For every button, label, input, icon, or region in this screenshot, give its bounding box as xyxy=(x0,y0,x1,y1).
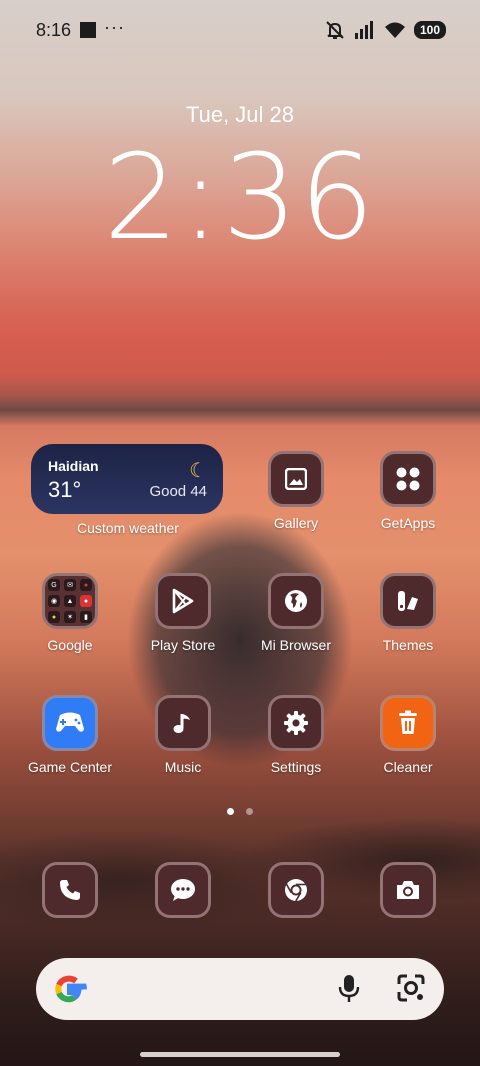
weather-city: Haidian xyxy=(48,458,99,474)
phone-icon xyxy=(42,862,98,918)
google-logo-icon[interactable] xyxy=(50,969,90,1009)
page-indicator xyxy=(0,808,480,815)
more-notifications-icon: ··· xyxy=(104,17,125,37)
status-time: 8:16 xyxy=(36,20,72,40)
app-label: Music xyxy=(164,759,202,775)
app-play-store[interactable]: Play Store xyxy=(128,573,238,653)
app-label: Cleaner xyxy=(383,759,433,775)
dock-camera[interactable] xyxy=(353,862,463,918)
gallery-icon xyxy=(268,451,324,507)
app-gallery[interactable]: Gallery xyxy=(241,451,351,531)
app-label: Settings xyxy=(270,759,322,775)
app-game-center[interactable]: Game Center xyxy=(15,695,125,775)
app-themes[interactable]: Themes xyxy=(353,573,463,653)
weather-widget[interactable]: Haidian 31° ☾ Good 44 xyxy=(31,444,223,514)
dock-messages[interactable] xyxy=(128,862,238,918)
mini-app-icon: ● xyxy=(80,595,92,607)
weather-temp: 31° xyxy=(48,477,82,502)
mini-app-icon: ● xyxy=(48,611,60,623)
play-store-icon xyxy=(155,573,211,629)
app-label: Gallery xyxy=(273,515,319,531)
app-mi-browser[interactable]: Mi Browser xyxy=(241,573,351,653)
mini-app-icon: ● xyxy=(80,579,92,591)
mini-app-icon: ▮ xyxy=(80,611,92,623)
app-label: Game Center xyxy=(27,759,113,775)
battery-indicator: 100 xyxy=(413,21,446,39)
status-bar: 8:16 ··· 100 xyxy=(0,0,480,60)
page-dot[interactable] xyxy=(246,808,253,815)
app-getapps[interactable]: GetApps xyxy=(353,451,463,531)
wifi-icon xyxy=(384,22,405,38)
weather-widget-label: Custom weather xyxy=(77,520,179,536)
app-music[interactable]: Music xyxy=(128,695,238,775)
app-label: Themes xyxy=(382,637,434,653)
microphone-icon[interactable] xyxy=(338,974,360,1004)
mini-app-icon: G xyxy=(48,579,60,591)
game-controller-icon xyxy=(42,695,98,751)
signal-icon xyxy=(354,21,373,39)
google-search-bar[interactable] xyxy=(36,958,444,1020)
camera-icon xyxy=(380,862,436,918)
app-settings[interactable]: Settings xyxy=(241,695,351,775)
app-label: Mi Browser xyxy=(260,637,331,653)
google-lens-icon[interactable] xyxy=(396,973,426,1003)
getapps-icon xyxy=(380,451,436,507)
mini-app-icon: ✶ xyxy=(64,611,76,623)
app-label: Google xyxy=(47,637,93,653)
page-dot-active[interactable] xyxy=(227,808,234,815)
folder-google[interactable]: G ✉ ● ◉ ▲ ● ● ✶ ▮ Google xyxy=(15,573,125,653)
chrome-icon xyxy=(268,862,324,918)
mini-app-icon: ◉ xyxy=(48,595,60,607)
dock-phone[interactable] xyxy=(15,862,125,918)
gesture-handle[interactable] xyxy=(140,1052,340,1057)
mini-app-icon: ✉ xyxy=(64,579,76,591)
clock-widget[interactable]: 2:36 xyxy=(0,128,480,266)
trash-icon xyxy=(380,695,436,751)
moon-icon: ☾ xyxy=(189,460,207,482)
app-cleaner[interactable]: Cleaner xyxy=(353,695,463,775)
themes-icon xyxy=(380,573,436,629)
app-label: Play Store xyxy=(150,637,216,653)
mini-app-icon: ▲ xyxy=(64,595,76,607)
gear-icon xyxy=(268,695,324,751)
app-label: GetApps xyxy=(380,515,436,531)
date-label: Tue, Jul 28 xyxy=(185,102,295,127)
messages-icon xyxy=(155,862,211,918)
globe-icon xyxy=(268,573,324,629)
air-quality: Good 44 xyxy=(149,483,207,500)
dock-chrome[interactable] xyxy=(241,862,351,918)
mute-icon xyxy=(326,21,344,39)
music-note-icon xyxy=(155,695,211,751)
google-folder-icon: G ✉ ● ◉ ▲ ● ● ✶ ▮ xyxy=(42,573,98,629)
notification-icon xyxy=(80,22,96,38)
